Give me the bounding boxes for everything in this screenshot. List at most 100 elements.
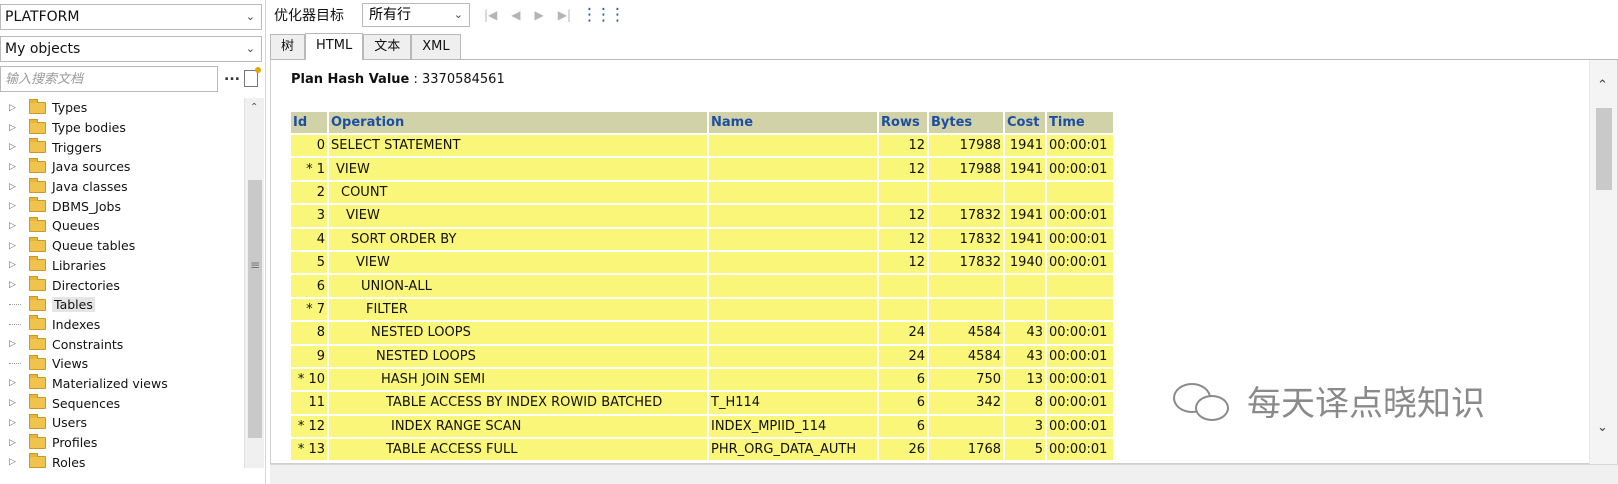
cell-operation: FILTER (329, 298, 707, 321)
cell-name (709, 275, 877, 297)
cell-cost (1005, 181, 1045, 204)
tree-item[interactable]: ▷ Libraries (0, 256, 244, 276)
tree-item[interactable]: ▷ DBMS_Jobs (0, 196, 244, 216)
tab[interactable]: XML (411, 34, 461, 59)
scrollbar-thumb[interactable] (248, 180, 262, 438)
watermark: 每天译点晓知识 (1173, 376, 1485, 425)
folder-icon (29, 98, 46, 114)
tree-item-label: DBMS_Jobs (52, 198, 121, 214)
cell-bytes: 17988 (929, 158, 1003, 180)
tree-item[interactable]: ▷ Sequences (0, 393, 244, 413)
expand-icon[interactable]: ▷ (9, 201, 21, 211)
tree-item[interactable]: ▷ Type bodies (0, 118, 244, 138)
tree-item[interactable]: ▷ Constraints (0, 334, 244, 354)
tab[interactable]: HTML (305, 33, 364, 60)
tree-item[interactable]: ▷ Queues (0, 216, 244, 236)
plan-hash: Plan Hash Value : 3370584561 (291, 72, 505, 87)
first-icon[interactable]: |◀ (484, 8, 497, 22)
tree-item[interactable]: ▷ Directories (0, 275, 244, 295)
cell-rows (879, 275, 927, 297)
cell-time: 00:00:01 (1047, 439, 1113, 461)
tree-item-label: Triggers (52, 139, 102, 155)
chevron-down-icon[interactable]: ⌄ (246, 37, 255, 61)
expand-icon[interactable]: ▷ (9, 339, 21, 349)
tree-item-label: Java sources (52, 159, 131, 175)
expand-icon[interactable]: ▷ (9, 241, 21, 251)
chevron-down-icon[interactable]: ⌄ (454, 4, 463, 26)
tree-item[interactable]: ▷ Materialized views (0, 374, 244, 394)
cell-operation: UNION-ALL (329, 275, 707, 297)
column-settings-icon[interactable]: ⋮⋮⋮ (581, 5, 626, 25)
tree-item[interactable]: Indexes (0, 315, 244, 335)
content-scrollbar[interactable]: ⌃ ⌄ (1589, 60, 1617, 464)
more-button[interactable]: ... (224, 68, 240, 84)
optimizer-goal-value: 所有行 (369, 7, 411, 23)
schema-combo[interactable]: PLATFORM ⌄ (0, 4, 262, 30)
plan-row: 4 SORT ORDER BY 12 17832 1941 00:00:01 (291, 228, 1113, 250)
expand-icon[interactable]: ▷ (9, 398, 21, 408)
cell-time: 00:00:01 (1047, 322, 1113, 344)
expand-icon[interactable]: ▷ (9, 221, 21, 231)
filter-combo[interactable]: My objects ⌄ (0, 36, 262, 62)
tree-item-label: Queue tables (52, 238, 136, 254)
plan-table: Id Operation Name Rows Bytes Cost Time 0… (289, 110, 1115, 462)
expand-icon[interactable]: ▷ (9, 418, 21, 428)
search-input[interactable] (0, 66, 218, 92)
column-header-id: Id (291, 112, 327, 133)
cell-time: 00:00:01 (1047, 135, 1113, 157)
chevron-down-icon[interactable]: ⌄ (246, 5, 255, 29)
folder-icon (29, 157, 46, 173)
tab[interactable]: 文本 (363, 34, 412, 59)
expand-icon[interactable]: ▷ (9, 378, 21, 388)
folder-icon (29, 335, 46, 351)
expand-icon[interactable]: ▷ (9, 457, 21, 467)
scroll-up-icon[interactable]: ⌃ (250, 102, 258, 113)
expand-icon[interactable]: ▷ (9, 142, 21, 152)
tree-item[interactable]: ▷ Roles (0, 452, 244, 472)
expand-icon[interactable]: ▷ (9, 103, 21, 113)
expand-icon[interactable]: ▷ (9, 182, 21, 192)
last-icon[interactable]: ▶| (558, 8, 571, 22)
cell-cost: 1941 (1005, 228, 1045, 250)
cell-operation: COUNT (329, 181, 707, 204)
cell-rows: 26 (879, 439, 927, 461)
tree-item[interactable]: ▷ Java classes (0, 177, 244, 197)
next-icon[interactable]: ▶ (535, 8, 544, 22)
optimizer-goal-select[interactable]: 所有行 ⌄ (362, 3, 470, 27)
tab[interactable]: 树 (270, 34, 306, 59)
tree-item-label: Indexes (52, 316, 101, 332)
tree-item[interactable]: Views (0, 354, 244, 374)
cell-operation: HASH JOIN SEMI (329, 368, 707, 391)
tree-scrollbar[interactable]: ⌃ ≡ (244, 98, 264, 468)
scroll-down-icon[interactable]: ⌄ (1597, 420, 1608, 435)
previous-icon[interactable]: ◀ (511, 8, 520, 22)
cell-rows: 12 (879, 228, 927, 250)
tree-item[interactable]: ▷ Triggers (0, 137, 244, 157)
tree-item-label: Libraries (52, 257, 106, 273)
plan-hash-label: Plan Hash Value (291, 72, 410, 87)
expand-icon[interactable]: ▷ (9, 260, 21, 270)
cell-id: 3 (291, 205, 327, 227)
folder-icon (29, 236, 46, 252)
cell-cost: 43 (1005, 322, 1045, 344)
tree-item[interactable]: ▷ Queue tables (0, 236, 244, 256)
cell-id: 6 (291, 275, 327, 297)
expand-icon[interactable]: ▷ (9, 162, 21, 172)
scrollbar-thumb[interactable] (1596, 108, 1612, 190)
expand-icon[interactable]: ▷ (9, 280, 21, 290)
tree-line (9, 323, 21, 325)
expand-icon[interactable]: ▷ (9, 123, 21, 133)
output-tabs: 树 HTML 文本 XML (270, 33, 1618, 60)
new-object-icon[interactable] (244, 67, 261, 87)
tree-item[interactable]: ▷ Types (0, 98, 244, 118)
cell-operation: SELECT STATEMENT (329, 135, 707, 157)
tree-item-label: Constraints (52, 336, 124, 352)
tree-item[interactable]: ▷ Java sources (0, 157, 244, 177)
scroll-up-icon[interactable]: ⌃ (1597, 78, 1608, 93)
tree-item[interactable]: ▷ Users (0, 413, 244, 433)
cell-cost: 1940 (1005, 251, 1045, 274)
expand-icon[interactable]: ▷ (9, 438, 21, 448)
tree-item[interactable]: Tables (0, 295, 244, 315)
tree-item[interactable]: ▷ Profiles (0, 433, 244, 453)
cell-id: 0 (291, 135, 327, 157)
